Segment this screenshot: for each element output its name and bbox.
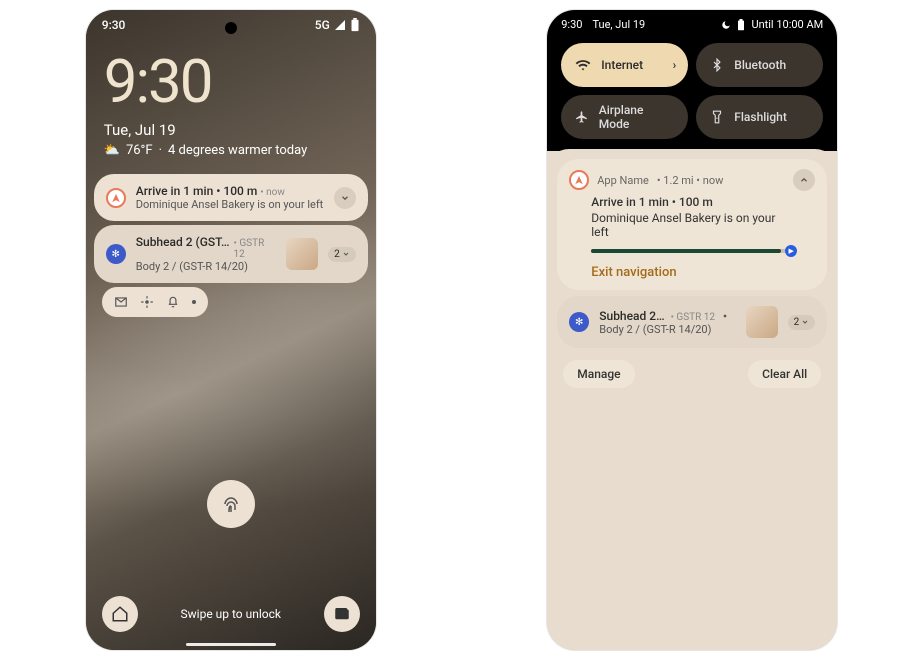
generic-app-icon: ✻ [106,244,126,264]
notif-title: Arrive in 1 min • 100 m [136,184,258,198]
status-time: 9:30 [561,18,582,31]
dnd-until-label: Until 10:00 AM [751,18,823,31]
gesture-nav-bar[interactable] [186,643,276,646]
more-dot-icon [192,300,196,304]
lockscreen-bottom-row: Swipe up to unlock [86,596,376,632]
quick-settings-panel: 9:30 Tue, Jul 19 Until 10:00 AM Internet… [547,10,837,151]
notification-card-generic[interactable]: ✻ Subhead 2 (GST-… • GSTR 12 Body 2 / (G… [94,225,368,283]
manage-button[interactable]: Manage [563,360,634,388]
chevron-right-icon: › [673,58,677,72]
qs-tile-airplane[interactable]: Airplane Mode [561,95,688,139]
quick-settings-grid: Internet › Bluetooth Airplane Mode Flash… [561,43,823,139]
notification-icon-tray[interactable] [102,287,208,317]
shade-actions-row: Manage Clear All [557,352,827,396]
collapsed-notification-generic[interactable]: ✻ Subhead 2… • GSTR 12 Body 2 / (GST-R 1… [557,296,827,348]
weather-temp: 76°F [126,143,153,158]
exit-navigation-button[interactable]: Exit navigation [591,265,793,280]
unlock-hint: Swipe up to unlock [181,607,281,621]
lockscreen-clock: 9:30 [104,46,358,117]
weather-delta: 4 degrees warmer today [168,143,307,158]
expanded-notification-navigation[interactable]: App Name • 1.2 mi • now Arrive in 1 min … [557,159,827,290]
qs-tile-flashlight[interactable]: Flashlight [696,95,823,139]
bluetooth-icon [710,58,724,72]
network-label: 5G [315,18,330,32]
qs-label: Airplane Mode [599,103,674,131]
weather-icon: ⛅ [104,143,120,158]
collapse-button[interactable] [793,169,815,191]
notif-meta: • GSTR 12 [671,312,715,323]
fingerprint-button[interactable] [207,480,255,528]
navigation-progress-bar: ▶ [591,249,793,253]
photos-icon [140,295,154,309]
wifi-icon [575,57,591,73]
qs-label: Flashlight [734,110,787,124]
notif-meta: • GSTR 12 [234,238,277,260]
qs-label: Internet [601,58,643,72]
chevron-down-icon [340,193,350,203]
battery-icon [737,19,745,31]
signal-icon [334,19,346,31]
group-count-badge[interactable]: 2 [788,315,816,330]
qs-tile-bluetooth[interactable]: Bluetooth [696,43,823,87]
notif-subtitle: Dominique Ansel Bakery is on your left [136,198,324,211]
smart-home-button[interactable] [102,596,138,632]
chevron-down-icon [342,250,350,258]
expand-button[interactable] [334,187,356,209]
home-icon [111,605,129,623]
generic-app-icon: ✻ [569,312,589,332]
flashlight-icon [710,110,724,124]
lockscreen-date: Tue, Jul 19 [104,121,358,139]
status-bar: 9:30 5G [86,10,376,36]
chevron-up-icon [799,175,809,185]
notif-subtitle: Body 2 / (GST-R 14/20) [136,260,276,273]
shade-status-bar: 9:30 Tue, Jul 19 Until 10:00 AM [561,18,823,31]
notification-list: App Name • 1.2 mi • now Arrive in 1 min … [547,149,837,650]
navigation-app-icon [106,188,126,208]
chevron-down-icon [801,318,809,326]
navigation-app-icon [569,170,589,190]
wallet-icon [333,605,351,623]
clear-all-button[interactable]: Clear All [748,360,821,388]
notif-meta: • 1.2 mi • now [657,174,724,187]
qs-tile-internet[interactable]: Internet › [561,43,688,87]
notif-title: Subhead 2… [599,309,664,323]
notification-stack: Arrive in 1 min • 100 m • now Dominique … [86,164,376,327]
weather-line[interactable]: ⛅ 76°F · 4 degrees warmer today [104,143,358,158]
lockscreen-phone: 9:30 5G 9:30 Tue, Jul 19 ⛅ 76°F · 4 degr… [86,10,376,650]
notification-card-navigation[interactable]: Arrive in 1 min • 100 m • now Dominique … [94,174,368,221]
progress-indicator-icon: ▶ [785,245,797,257]
wallet-button[interactable] [324,596,360,632]
status-time: 9:30 [102,18,126,32]
fingerprint-icon [219,492,243,516]
group-count-badge[interactable]: 2 [328,247,356,262]
notification-thumbnail [286,238,318,270]
airplane-icon [575,110,589,124]
battery-icon [350,18,360,32]
notification-thumbnail [746,306,778,338]
bell-icon [166,295,180,309]
pinned-icon [721,312,729,320]
gmail-icon [114,295,128,309]
notification-shade-phone: 9:30 Tue, Jul 19 Until 10:00 AM Internet… [547,10,837,650]
notif-title: Arrive in 1 min • 100 m [591,195,793,209]
dnd-moon-icon [721,20,731,30]
clock-area: 9:30 Tue, Jul 19 ⛅ 76°F · 4 degrees warm… [86,36,376,164]
app-name-label: App Name [597,174,649,187]
notif-meta: • now [260,187,285,198]
status-date: Tue, Jul 19 [592,18,645,31]
qs-label: Bluetooth [734,58,786,72]
notif-subtitle: Body 2 / (GST-R 14/20) [599,323,735,336]
notif-subtitle: Dominique Ansel Bakery is on your left [591,211,793,239]
progress-fill [591,249,781,253]
notif-title: Subhead 2 (GST-… [136,235,230,249]
